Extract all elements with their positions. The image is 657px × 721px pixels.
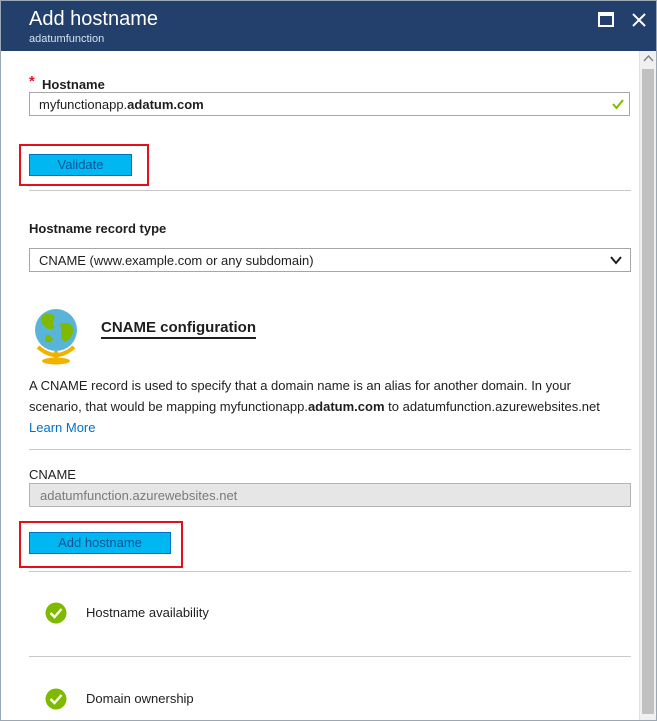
add-hostname-blade: Add hostname adatumfunction * Hostname m… (0, 0, 657, 721)
cname-field-label: CNAME (29, 467, 76, 482)
hostname-input[interactable]: myfunctionapp.adatum.com (29, 92, 630, 116)
vertical-scrollbar[interactable] (639, 51, 657, 720)
checkmark-icon (612, 99, 624, 110)
chevron-down-icon (610, 256, 622, 265)
close-button[interactable] (628, 9, 650, 31)
learn-more-link[interactable]: Learn More (29, 420, 95, 435)
add-hostname-button[interactable]: Add hostname (29, 532, 171, 554)
check-circle-icon (45, 688, 67, 710)
validate-button[interactable]: Validate (29, 154, 132, 176)
cname-value: adatumfunction.azurewebsites.net (40, 488, 238, 503)
divider (29, 571, 631, 572)
blade-title: Add hostname (29, 8, 158, 30)
globe-icon (35, 309, 77, 365)
divider (29, 190, 631, 191)
blade-subtitle: adatumfunction (29, 33, 105, 45)
record-type-label: Hostname record type (29, 221, 167, 236)
cname-value-field: adatumfunction.azurewebsites.net (29, 483, 631, 507)
cname-config-title: CNAME configuration (101, 319, 256, 339)
check-circle-icon (45, 602, 67, 624)
maximize-icon (598, 12, 614, 27)
record-type-select[interactable]: CNAME (www.example.com or any subdomain) (29, 248, 631, 272)
divider (29, 656, 631, 657)
blade-content: * Hostname myfunctionapp.adatum.com Vali… (1, 51, 639, 720)
required-marker: * (29, 73, 35, 90)
check-label: Hostname availability (86, 605, 209, 620)
record-type-selected: CNAME (www.example.com or any subdomain) (39, 253, 314, 268)
close-icon (632, 13, 646, 27)
hostname-input-value: myfunctionapp.adatum.com (39, 97, 204, 112)
check-label: Domain ownership (86, 691, 194, 706)
divider (29, 449, 631, 450)
maximize-button[interactable] (595, 9, 617, 31)
scrollbar-thumb[interactable] (642, 69, 654, 714)
blade-header: Add hostname adatumfunction (1, 1, 656, 51)
scroll-up-icon[interactable] (640, 51, 657, 67)
hostname-label: Hostname (42, 77, 105, 92)
cname-description: A CNAME record is used to specify that a… (29, 378, 600, 435)
